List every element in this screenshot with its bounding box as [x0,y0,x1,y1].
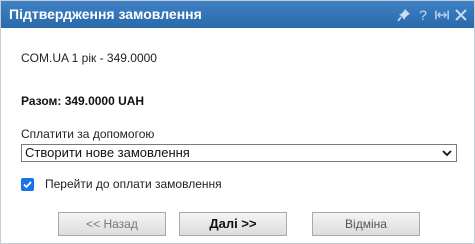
proceed-to-payment-option: Перейти до оплати замовлення [21,176,222,192]
resize-icon[interactable] [435,7,449,23]
order-product-line: COM.UA 1 рік - 349.0000 [21,51,157,65]
order-confirmation-dialog: Підтвердження замовлення ? COM.UA 1 рік … [0,0,475,244]
checkmark-icon [23,180,32,188]
next-button[interactable]: Далі >> [179,212,287,236]
back-button[interactable]: << Назад [58,212,166,236]
dialog-title: Підтвердження замовлення [9,6,202,22]
pin-icon[interactable] [397,7,411,23]
close-icon[interactable] [454,7,468,23]
chevron-down-icon [442,150,452,157]
proceed-to-payment-checkbox[interactable] [21,177,34,191]
order-total: Разом: 349.0000 UAH [21,94,145,108]
payment-method-label: Сплатити за допомогою [21,127,155,141]
payment-method-selected-value: Створити нове замовлення [25,145,190,160]
cancel-button[interactable]: Відміна [312,212,420,236]
titlebar-icons: ? [397,5,468,24]
payment-method-select[interactable]: Створити нове замовлення [21,144,457,162]
dialog-titlebar[interactable]: Підтвердження замовлення ? [1,1,474,28]
help-icon[interactable]: ? [416,7,430,23]
proceed-to-payment-label[interactable]: Перейти до оплати замовлення [45,177,222,191]
